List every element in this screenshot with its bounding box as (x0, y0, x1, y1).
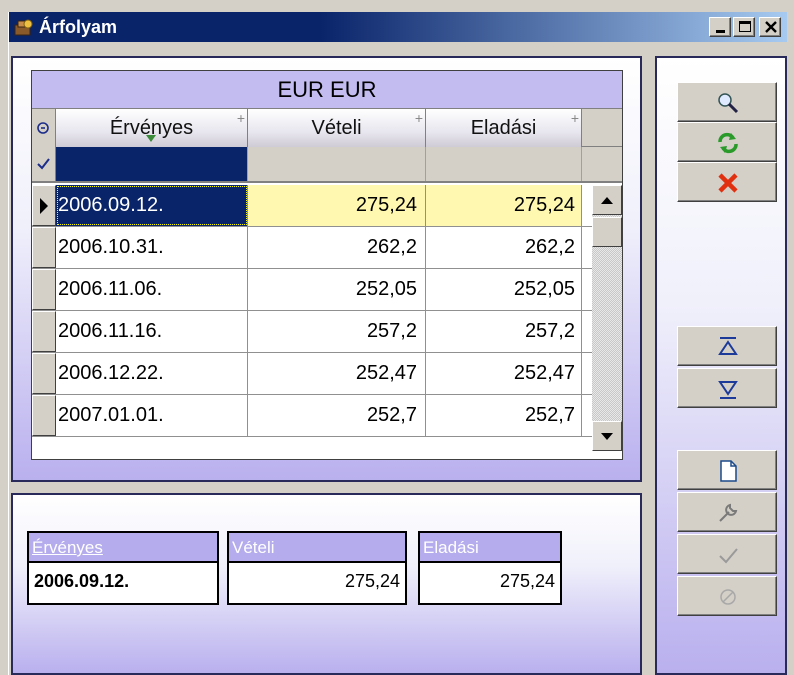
check-icon (37, 158, 50, 170)
refresh-icon (718, 132, 738, 154)
edit-wrench-icon (719, 503, 738, 522)
veteli-field[interactable]: Vételi 275,24 (227, 531, 407, 605)
table-row[interactable]: 2006.09.12. 275,24 275,24 (32, 185, 592, 227)
close-button[interactable] (759, 17, 781, 37)
row-indicator[interactable] (32, 269, 56, 310)
cell-ervenyes[interactable]: 2006.10.31. (56, 227, 248, 268)
minimize-button[interactable] (709, 17, 731, 37)
cell-eladasi[interactable]: 252,47 (426, 353, 582, 394)
table-row[interactable]: 2006.11.06. 252,05 252,05 (32, 269, 592, 311)
cell-veteli[interactable]: 252,7 (248, 395, 426, 436)
sort-descending-icon (146, 135, 156, 142)
grid-caption: EUR EUR (32, 71, 622, 109)
cell-veteli[interactable]: 252,05 (248, 269, 426, 310)
row-indicator[interactable] (32, 353, 56, 394)
ervenyes-label: Érvényes (29, 533, 217, 563)
title-bar[interactable]: Árfolyam (9, 12, 787, 42)
first-record-button[interactable] (677, 326, 777, 366)
cell-ervenyes[interactable]: 2006.09.12. (56, 185, 248, 226)
header-indicator-cell (32, 109, 56, 147)
toolbar-panel (655, 56, 787, 675)
cell-ervenyes[interactable]: 2006.11.06. (56, 269, 248, 310)
current-row-arrow-icon (40, 198, 48, 214)
eladasi-value[interactable]: 275,24 (420, 563, 560, 601)
cell-ervenyes[interactable]: 2006.12.22. (56, 353, 248, 394)
column-resize-icon: + (414, 110, 423, 126)
refresh-button[interactable] (677, 122, 777, 162)
cell-eladasi[interactable]: 252,05 (426, 269, 582, 310)
app-icon (14, 19, 33, 36)
maximize-button[interactable] (733, 17, 755, 37)
cell-eladasi[interactable]: 262,2 (426, 227, 582, 268)
new-button[interactable] (677, 450, 777, 490)
column-resize-icon: + (570, 110, 579, 126)
grid-panel: EUR EUR Érvényes + Vételi + Eladási + 20… (11, 56, 642, 482)
scroll-thumb[interactable] (592, 217, 622, 247)
confirm-check-icon (719, 548, 738, 564)
cell-eladasi[interactable]: 252,7 (426, 395, 582, 436)
close-icon (765, 21, 777, 33)
filter-ervenyes-input[interactable] (56, 147, 248, 181)
first-record-icon (718, 337, 738, 355)
table-row[interactable]: 2006.11.16. 257,2 257,2 (32, 311, 592, 353)
delete-button[interactable] (677, 162, 777, 202)
filter-eladasi-input[interactable] (426, 147, 582, 181)
filter-indicator-cell (32, 147, 56, 181)
last-record-icon (718, 381, 738, 399)
minimize-icon (716, 30, 725, 33)
window-title: Árfolyam (39, 17, 118, 37)
arrow-down-icon (601, 433, 613, 440)
column-header-eladasi[interactable]: Eladási + (426, 109, 582, 147)
cell-veteli[interactable]: 252,47 (248, 353, 426, 394)
cell-eladasi[interactable]: 257,2 (426, 311, 582, 352)
row-indicator[interactable] (32, 395, 56, 436)
cell-veteli[interactable]: 262,2 (248, 227, 426, 268)
row-indicator[interactable] (32, 185, 56, 226)
cancel-button[interactable] (677, 576, 777, 616)
cell-veteli[interactable]: 257,2 (248, 311, 426, 352)
search-button[interactable] (677, 82, 777, 122)
grid-header-row: Érvényes + Vételi + Eladási + (32, 109, 622, 147)
column-header-veteli[interactable]: Vételi + (248, 109, 426, 147)
rates-grid[interactable]: EUR EUR Érvényes + Vételi + Eladási + 20… (31, 70, 623, 460)
arfolyam-window: Árfolyam EUR EUR Érvényes + Vételi + Ela… (8, 12, 787, 675)
table-row[interactable]: 2006.10.31. 262,2 262,2 (32, 227, 592, 269)
row-indicator[interactable] (32, 227, 56, 268)
column-header-ervenyes[interactable]: Érvényes + (56, 109, 248, 147)
search-icon (718, 93, 739, 114)
vertical-scrollbar[interactable] (592, 185, 622, 451)
filter-veteli-input[interactable] (248, 147, 426, 181)
ervenyes-value[interactable]: 2006.09.12. (29, 563, 217, 601)
last-record-button[interactable] (677, 368, 777, 408)
filter-row (32, 147, 622, 183)
maximize-icon (739, 21, 751, 32)
scroll-up-button[interactable] (592, 185, 622, 215)
veteli-label: Vételi (229, 533, 405, 563)
cell-eladasi[interactable]: 275,24 (426, 185, 582, 226)
row-indicator[interactable] (32, 311, 56, 352)
edit-button[interactable] (677, 492, 777, 532)
confirm-button[interactable] (677, 534, 777, 574)
arrow-up-icon (601, 197, 613, 204)
cell-veteli[interactable]: 275,24 (248, 185, 426, 226)
ervenyes-field[interactable]: Érvényes 2006.09.12. (27, 531, 219, 605)
scroll-down-button[interactable] (592, 421, 622, 451)
filter-clear-icon[interactable] (32, 109, 56, 147)
eladasi-label: Eladási (420, 533, 560, 563)
veteli-value[interactable]: 275,24 (229, 563, 405, 601)
new-document-icon (720, 460, 737, 482)
table-row[interactable]: 2007.01.01. 252,7 252,7 (32, 395, 592, 437)
column-resize-icon: + (236, 110, 245, 126)
cancel-icon (720, 589, 736, 605)
detail-panel: Érvényes 2006.09.12. Vételi 275,24 Eladá… (11, 493, 642, 675)
cell-ervenyes[interactable]: 2007.01.01. (56, 395, 248, 436)
cell-ervenyes[interactable]: 2006.11.16. (56, 311, 248, 352)
table-row[interactable]: 2006.12.22. 252,47 252,47 (32, 353, 592, 395)
delete-icon (718, 173, 738, 193)
eladasi-field[interactable]: Eladási 275,24 (418, 531, 562, 605)
